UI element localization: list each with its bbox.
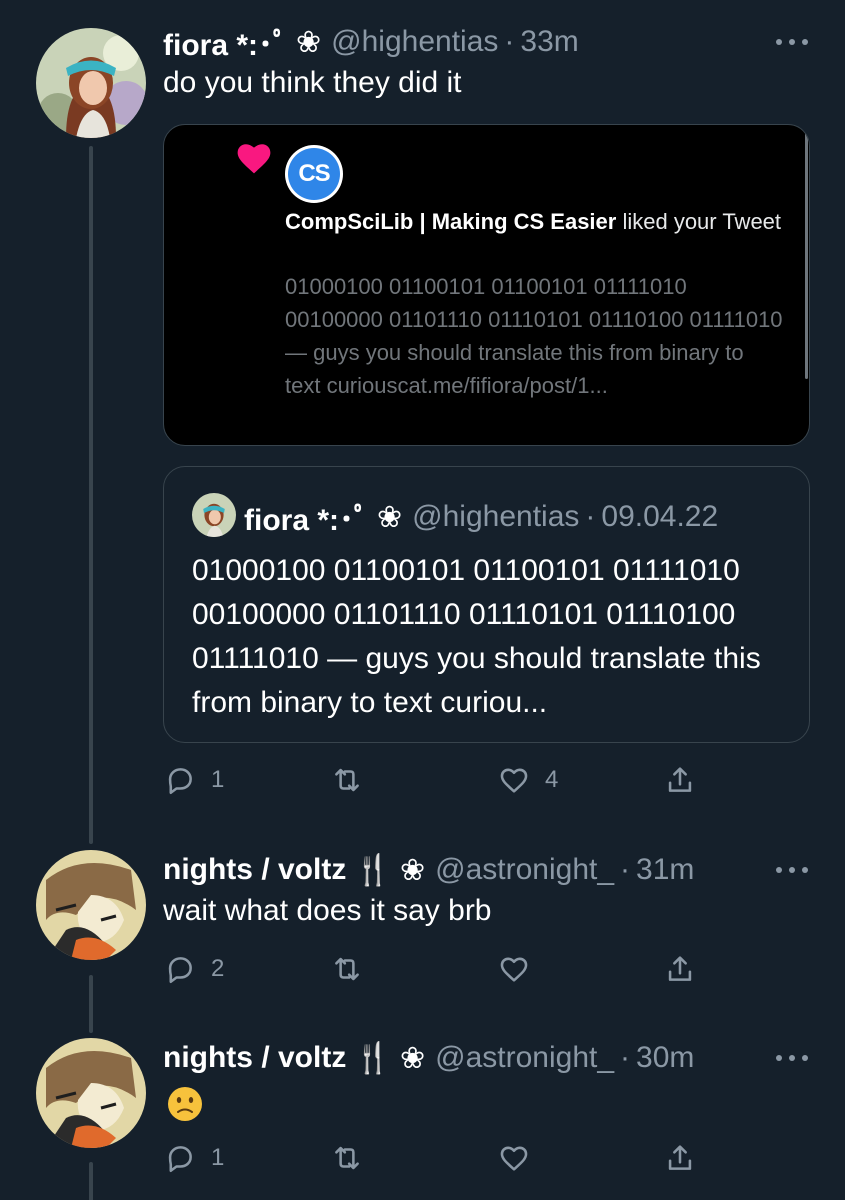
tweet-1[interactable]: fiora *:･ﾟ ❀ @highentias · 33m do you th…	[0, 0, 845, 850]
thread-line	[89, 1162, 93, 1200]
share-button[interactable]	[663, 758, 697, 802]
avatar-nights[interactable]	[36, 850, 146, 960]
tweet-text: do you think they did it	[163, 66, 462, 99]
share-button[interactable]	[663, 947, 697, 991]
author-handle[interactable]: @astronight_	[435, 1041, 614, 1075]
author-handle[interactable]: @astronight_	[435, 853, 614, 887]
tweet-thread: fiora *:･ﾟ ❀ @highentias · 33m do you th…	[0, 0, 845, 1200]
avatar-fiora-image	[36, 28, 146, 138]
tweet-actions: 1 4	[163, 758, 703, 802]
retweet-button[interactable]	[330, 1136, 364, 1180]
tweet-3[interactable]: nights / voltz 🍴 ❀ @astronight_ · 30m 1	[0, 1038, 845, 1200]
retweet-button[interactable]	[330, 947, 364, 991]
tweet-header: nights / voltz 🍴 ❀ @astronight_ · 31m	[163, 850, 694, 890]
compscilib-logo-text: CS	[288, 148, 340, 200]
share-icon	[668, 1145, 692, 1170]
like-icon	[500, 957, 528, 982]
timestamp[interactable]: 33m	[520, 25, 578, 59]
timestamp[interactable]: 31m	[636, 853, 694, 887]
author-name[interactable]: nights / voltz	[163, 1041, 346, 1075]
tweet-header: nights / voltz 🍴 ❀ @astronight_ · 30m	[163, 1038, 694, 1078]
more-icon[interactable]	[776, 32, 808, 52]
compscilib-logo: CS	[285, 145, 343, 203]
heart-icon	[237, 144, 271, 174]
reply-button[interactable]: 1	[163, 758, 224, 802]
separator: ·	[620, 853, 631, 886]
avatar-nights[interactable]	[36, 1038, 146, 1148]
separator: ·	[504, 25, 515, 58]
reply-button[interactable]: 2	[163, 947, 224, 991]
timestamp[interactable]: 30m	[636, 1041, 694, 1075]
tweet-actions: 2	[163, 947, 703, 991]
tweet-actions: 1	[163, 1136, 703, 1180]
reply-count: 1	[211, 1144, 225, 1171]
confused-face-emoji	[168, 1087, 202, 1121]
avatar-nights-image	[36, 1038, 146, 1148]
like-button[interactable]	[497, 947, 531, 991]
avatar-fiora[interactable]	[36, 28, 146, 138]
reply-button[interactable]: 1	[163, 1136, 224, 1180]
like-button[interactable]: 4	[497, 758, 558, 802]
reply-count: 1	[211, 766, 225, 793]
tweet-text: wait what does it say brb	[163, 894, 492, 927]
notification-excerpt: 01000100 01100101 01100101 01111010 0010…	[285, 274, 783, 398]
like-button[interactable]	[497, 1136, 531, 1180]
liker-name: CompSciLib | Making CS Easier	[285, 209, 617, 234]
like-count: 4	[545, 766, 559, 793]
quoted-date: 09.04.22	[601, 500, 719, 533]
separator: ·	[620, 1041, 631, 1074]
more-icon[interactable]	[776, 860, 808, 880]
retweet-icon	[335, 957, 359, 981]
share-icon	[668, 956, 692, 981]
tweet-header: fiora *:･ﾟ ❀ @highentias · 33m	[163, 22, 579, 62]
reply-icon	[168, 768, 192, 795]
reply-icon	[168, 957, 192, 984]
like-icon	[500, 768, 528, 793]
name-decoration: 🍴 ❀	[354, 853, 426, 887]
quoted-separator: ·	[585, 500, 596, 533]
quoted-avatar	[192, 493, 236, 537]
author-name[interactable]: fiora *:･ﾟ	[163, 20, 288, 64]
name-decoration: 🍴 ❀	[354, 1041, 426, 1075]
tweet-2[interactable]: nights / voltz 🍴 ❀ @astronight_ · 31m wa…	[0, 850, 845, 1035]
name-decoration: ❀	[296, 25, 322, 59]
thread-line	[89, 975, 93, 1033]
more-icon[interactable]	[776, 1048, 808, 1068]
reply-icon	[168, 1146, 192, 1173]
retweet-icon	[335, 1146, 359, 1170]
quoted-tweet[interactable]: fiora *:･ﾟ ❀ @highentias · 09.04.22 0100…	[163, 466, 810, 743]
like-icon	[500, 1146, 528, 1171]
avatar-nights-image	[36, 850, 146, 960]
retweet-button[interactable]	[330, 758, 378, 802]
like-notification: CompSciLib | Making CS Easier liked your…	[285, 205, 785, 238]
liker-suffix: liked your Tweet	[616, 209, 782, 234]
quoted-name-decoration: ❀	[377, 500, 403, 534]
quoted-author-name: fiora *:･ﾟ	[244, 504, 370, 537]
reply-count: 2	[211, 955, 225, 982]
attached-screenshot[interactable]: CS CompSciLib | Making CS Easier liked y…	[163, 124, 810, 446]
share-icon	[668, 767, 692, 792]
share-button[interactable]	[663, 1136, 697, 1180]
quoted-handle: @highentias	[412, 500, 580, 533]
author-name[interactable]: nights / voltz	[163, 853, 346, 887]
scrollbar	[805, 133, 808, 379]
thread-line	[89, 146, 93, 844]
retweet-icon	[335, 768, 359, 792]
quoted-header: fiora *:･ﾟ ❀ @highentias · 09.04.22	[244, 497, 718, 537]
quoted-avatar-image	[192, 493, 236, 537]
author-handle[interactable]: @highentias	[331, 25, 498, 59]
quoted-text: 01000100 01100101 01100101 01111010 0010…	[192, 554, 761, 719]
